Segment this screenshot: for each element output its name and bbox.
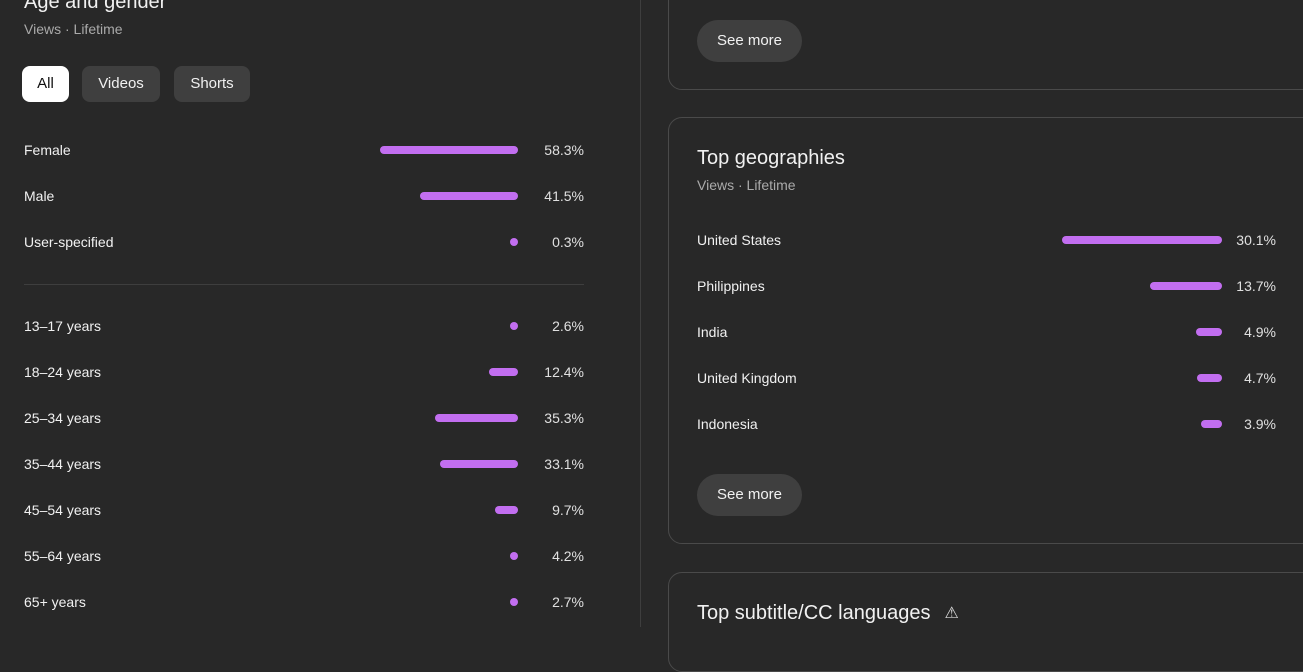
age-bar: [510, 598, 518, 606]
age-bar: [495, 506, 518, 514]
geo-label: United States: [697, 232, 782, 248]
age-gender-subtitle: Views · Lifetime: [24, 21, 123, 37]
subtitle-languages-title: Top subtitle/CC languages: [697, 602, 931, 624]
age-label: 55–64 years: [24, 548, 102, 564]
subtitle-languages-title-wrap: Top subtitle/CC languages ⚠: [697, 601, 959, 626]
age-value: 9.7%: [552, 502, 584, 518]
geo-label: United Kingdom: [697, 370, 797, 386]
subtitle-languages-card: Top subtitle/CC languages ⚠: [668, 572, 1303, 672]
gender-row-male: Male 41.5%: [24, 186, 584, 206]
geo-row: United States 30.1%: [697, 230, 1276, 250]
age-gender-title: Age and gender: [24, 0, 167, 13]
age-gender-panel: Age and gender Views · Lifetime All Vide…: [0, 0, 640, 627]
geo-value: 4.7%: [1244, 370, 1276, 386]
age-value: 2.6%: [552, 318, 584, 334]
age-row: 45–54 years 9.7%: [24, 500, 584, 520]
gender-value: 58.3%: [544, 142, 584, 158]
gender-value: 0.3%: [552, 234, 584, 250]
age-label: 18–24 years: [24, 364, 102, 380]
age-row: 25–34 years 35.3%: [24, 408, 584, 428]
age-label: 45–54 years: [24, 502, 102, 518]
geo-label: Philippines: [697, 278, 765, 294]
age-bar: [489, 368, 518, 376]
panel-divider: [640, 0, 641, 627]
geo-row: Philippines 13.7%: [697, 276, 1276, 296]
gender-label: Male: [24, 188, 55, 204]
top-geographies-card: Top geographies Views · Lifetime United …: [668, 117, 1303, 544]
geo-bar: [1062, 236, 1222, 244]
geo-value: 3.9%: [1244, 416, 1276, 432]
age-row: 55–64 years 4.2%: [24, 546, 584, 566]
geo-bar: [1201, 420, 1222, 428]
warning-icon[interactable]: ⚠: [944, 602, 958, 626]
geographies-subtitle: Views · Lifetime: [697, 177, 796, 193]
section-divider: [24, 284, 584, 285]
geo-value: 30.1%: [1236, 232, 1276, 248]
geo-row: United Kingdom 4.7%: [697, 368, 1276, 388]
geographies-title: Top geographies: [697, 147, 845, 169]
filter-videos-chip[interactable]: Videos: [82, 66, 160, 102]
age-label: 13–17 years: [24, 318, 102, 334]
age-row: 35–44 years 33.1%: [24, 454, 584, 474]
age-bar: [510, 322, 518, 330]
age-row: 18–24 years 12.4%: [24, 362, 584, 382]
geo-label: India: [697, 324, 728, 340]
age-bar: [435, 414, 518, 422]
age-bar: [510, 552, 518, 560]
gender-row-user-specified: User-specified 0.3%: [24, 232, 584, 252]
geo-row: India 4.9%: [697, 322, 1276, 342]
geo-label: Indonesia: [697, 416, 758, 432]
geo-bar: [1150, 282, 1222, 290]
age-value: 12.4%: [544, 364, 584, 380]
gender-row-female: Female 58.3%: [24, 140, 584, 160]
filter-all-chip[interactable]: All: [22, 66, 69, 102]
age-row: 65+ years 2.7%: [24, 592, 584, 612]
geo-row: Indonesia 3.9%: [697, 414, 1276, 434]
geo-value: 13.7%: [1236, 278, 1276, 294]
see-more-button[interactable]: See more: [697, 20, 802, 62]
geo-value: 4.9%: [1244, 324, 1276, 340]
age-label: 25–34 years: [24, 410, 102, 426]
gender-label: Female: [24, 142, 71, 158]
age-value: 33.1%: [544, 456, 584, 472]
age-row: 13–17 years 2.6%: [24, 316, 584, 336]
age-value: 35.3%: [544, 410, 584, 426]
age-bar: [440, 460, 518, 468]
gender-label: User-specified: [24, 234, 114, 250]
age-value: 4.2%: [552, 548, 584, 564]
age-label: 65+ years: [24, 594, 86, 610]
gender-value: 41.5%: [544, 188, 584, 204]
see-more-button[interactable]: See more: [697, 474, 802, 516]
filter-shorts-chip[interactable]: Shorts: [174, 66, 250, 102]
geo-bar: [1196, 328, 1222, 336]
gender-bar: [380, 146, 518, 154]
age-value: 2.7%: [552, 594, 584, 610]
gender-bar: [510, 238, 518, 246]
age-label: 35–44 years: [24, 456, 102, 472]
geo-bar: [1197, 374, 1222, 382]
gender-bar: [420, 192, 518, 200]
previous-card: See more: [668, 0, 1303, 90]
